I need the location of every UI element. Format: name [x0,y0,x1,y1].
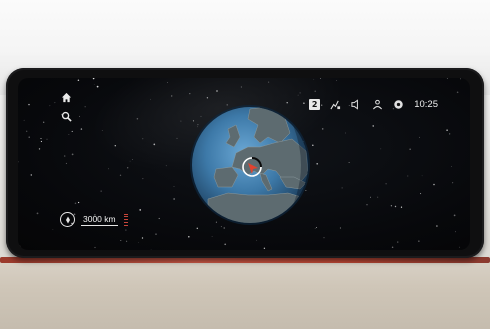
star [80,128,83,130]
star [74,202,77,205]
star [394,205,397,208]
star [341,187,343,189]
star [139,209,142,211]
star [196,227,199,230]
star [173,186,175,187]
star [316,227,317,229]
star [63,155,66,157]
star [451,166,453,167]
star [155,233,157,235]
star [433,183,435,186]
map-scale: 3000 km [60,212,128,227]
star [23,119,25,121]
status-bar: 2 10:25 [309,96,438,112]
star [173,198,175,200]
star [78,115,81,118]
star [94,246,96,249]
star [455,231,457,233]
star [370,196,372,198]
star [397,241,399,243]
star [407,175,409,177]
star [256,239,258,241]
star [460,78,461,80]
star [409,148,411,150]
star [223,227,225,229]
search-icon [61,111,72,122]
star [100,190,102,192]
zoom-level-ruler[interactable] [123,213,128,226]
star [71,130,73,132]
star [446,78,448,79]
scale-label: 3000 km [81,213,118,226]
star [436,225,438,227]
star [314,227,316,229]
search-button[interactable] [58,108,74,124]
star [453,214,456,217]
star [43,121,45,123]
star [400,206,403,208]
star [449,133,451,135]
home-button[interactable] [58,89,74,105]
star [77,201,80,204]
star [420,193,422,195]
star [40,140,42,143]
star [188,235,190,238]
star [49,105,51,107]
star [323,237,325,239]
star [224,243,227,246]
star [390,205,393,207]
star [65,162,67,164]
star [30,174,33,176]
star [150,249,152,250]
star [446,129,448,132]
star [28,103,30,106]
star [28,136,30,138]
star [40,137,42,140]
star [456,91,459,94]
compass-button[interactable] [60,212,75,227]
star [372,125,374,127]
person-icon[interactable] [372,99,383,110]
star [348,162,350,164]
star [125,229,127,231]
star [120,239,122,242]
star [141,237,144,239]
star [421,175,423,177]
star [138,242,139,243]
star [71,153,74,156]
navigation-screen[interactable]: 2 10:25 3000 km [18,78,470,250]
star [52,229,54,230]
star [126,240,128,242]
star [158,217,160,220]
settings-icon[interactable] [393,99,404,110]
map-globe[interactable] [188,103,312,227]
star [19,245,21,247]
star [452,182,454,184]
star [211,236,213,237]
volume-icon[interactable] [351,98,362,110]
compass-icon [65,216,70,223]
home-icon [61,92,71,102]
star [36,212,39,215]
star [459,246,461,248]
connectivity-icon[interactable] [330,99,341,110]
star [339,227,341,229]
star [391,246,394,249]
star [380,148,382,150]
star [316,162,319,165]
star [54,102,56,104]
star [26,130,28,132]
star [38,148,41,150]
star [46,138,48,140]
star [419,136,420,138]
star [68,134,70,135]
star [377,196,379,198]
star [263,247,266,249]
star [418,240,420,242]
star [385,183,387,185]
star [18,161,19,163]
star [366,203,368,206]
clock-time: 10:25 [414,98,438,110]
dashboard-lower-panel [0,258,490,329]
